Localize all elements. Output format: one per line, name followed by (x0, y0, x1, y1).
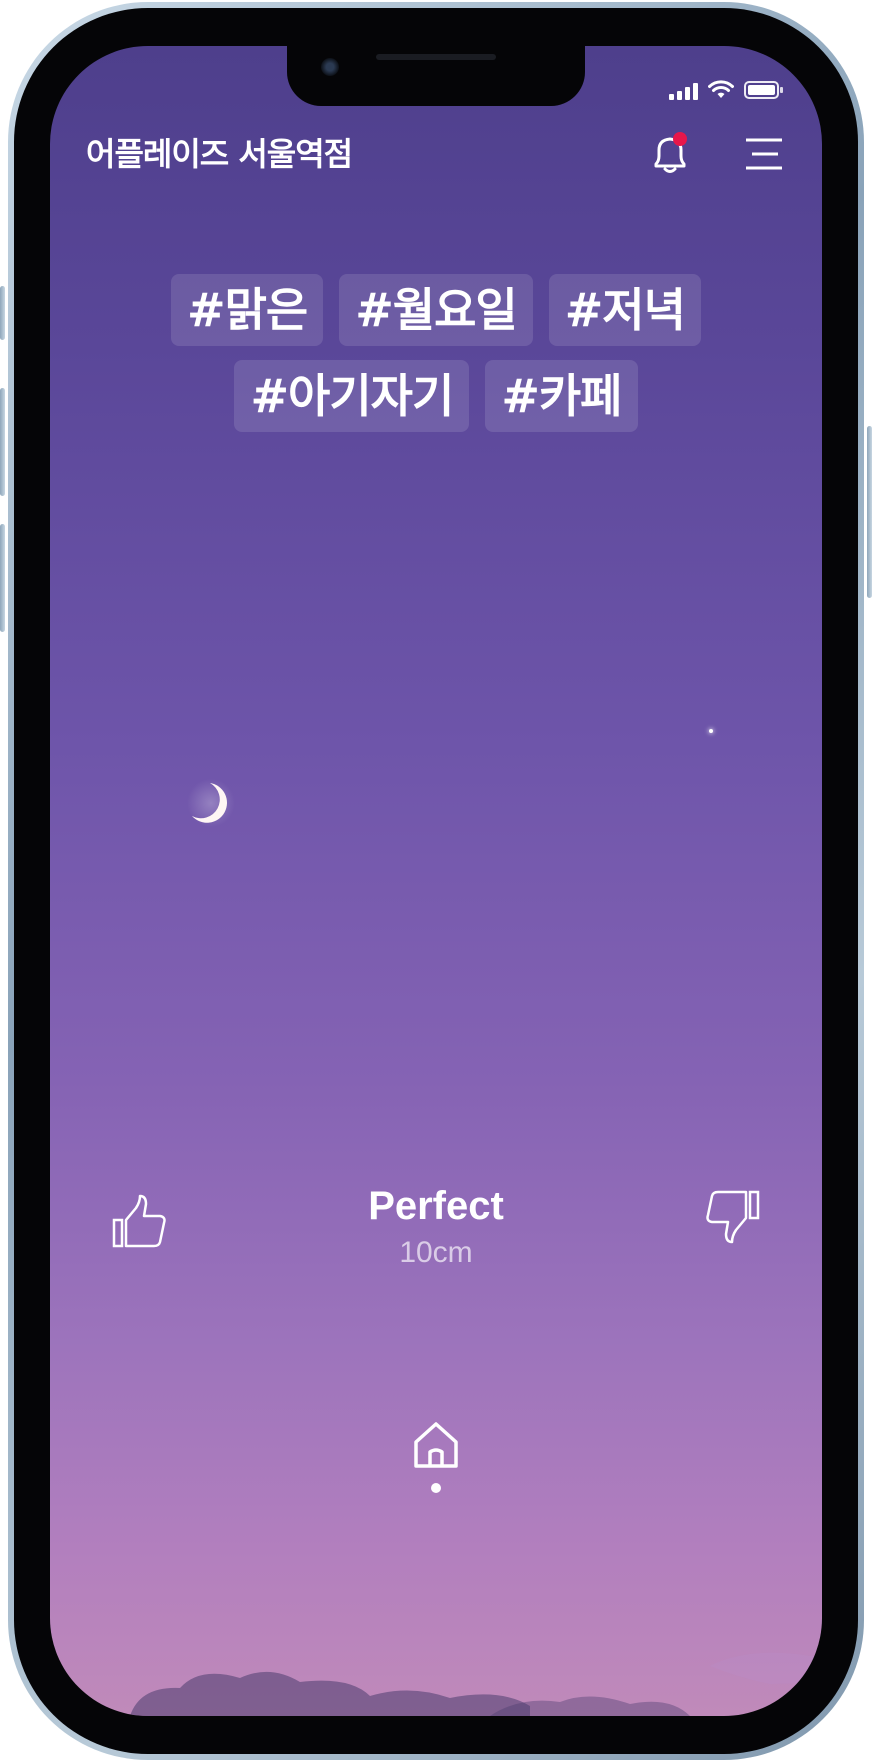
front-camera (321, 58, 339, 76)
thumbs-down-icon (706, 1190, 760, 1244)
notch (287, 46, 585, 106)
notification-button[interactable] (646, 130, 694, 178)
volume-up-button (0, 388, 5, 496)
menu-button[interactable] (742, 134, 786, 174)
bezel: 어플레이즈 서울역점 #맑은 #월요일 #저녁 #아기자기 #카페 Perfec… (14, 8, 858, 1754)
dislike-button[interactable] (702, 1186, 762, 1246)
hashtag-chip[interactable]: #월요일 (339, 274, 533, 346)
bell-icon (654, 132, 687, 173)
app-header: 어플레이즈 서울역점 (50, 126, 822, 182)
home-icon (414, 1422, 458, 1468)
moon-image (187, 779, 235, 827)
mute-switch (0, 286, 5, 340)
app-screen: 어플레이즈 서울역점 #맑은 #월요일 #저녁 #아기자기 #카페 Perfec… (50, 46, 822, 1716)
power-button (867, 426, 872, 598)
speaker-grille (376, 54, 496, 60)
hashtag-chip[interactable]: #저녁 (548, 274, 701, 346)
page-indicator (431, 1483, 441, 1493)
hashtag-chip[interactable]: #아기자기 (234, 360, 470, 432)
cellular-signal-icon (669, 82, 698, 100)
cloud-silhouettes (130, 1652, 822, 1716)
star-dot (709, 729, 713, 733)
hashtag-list: #맑은 #월요일 #저녁 #아기자기 #카페 (90, 274, 782, 432)
feedback-row: Perfect 10cm (50, 1182, 822, 1282)
hashtag-chip[interactable]: #카페 (485, 360, 638, 432)
wifi-icon (708, 80, 734, 98)
home-button[interactable] (410, 1418, 462, 1470)
battery-icon (744, 81, 783, 99)
status-bar (669, 80, 784, 100)
store-name: 어플레이즈 서울역점 (86, 135, 353, 173)
phone-device: 어플레이즈 서울역점 #맑은 #월요일 #저녁 #아기자기 #카페 Perfec… (0, 2, 872, 1760)
notification-badge (673, 132, 687, 146)
menu-icon (746, 138, 782, 170)
hashtag-chip[interactable]: #맑은 (171, 274, 324, 346)
volume-down-button (0, 524, 5, 632)
